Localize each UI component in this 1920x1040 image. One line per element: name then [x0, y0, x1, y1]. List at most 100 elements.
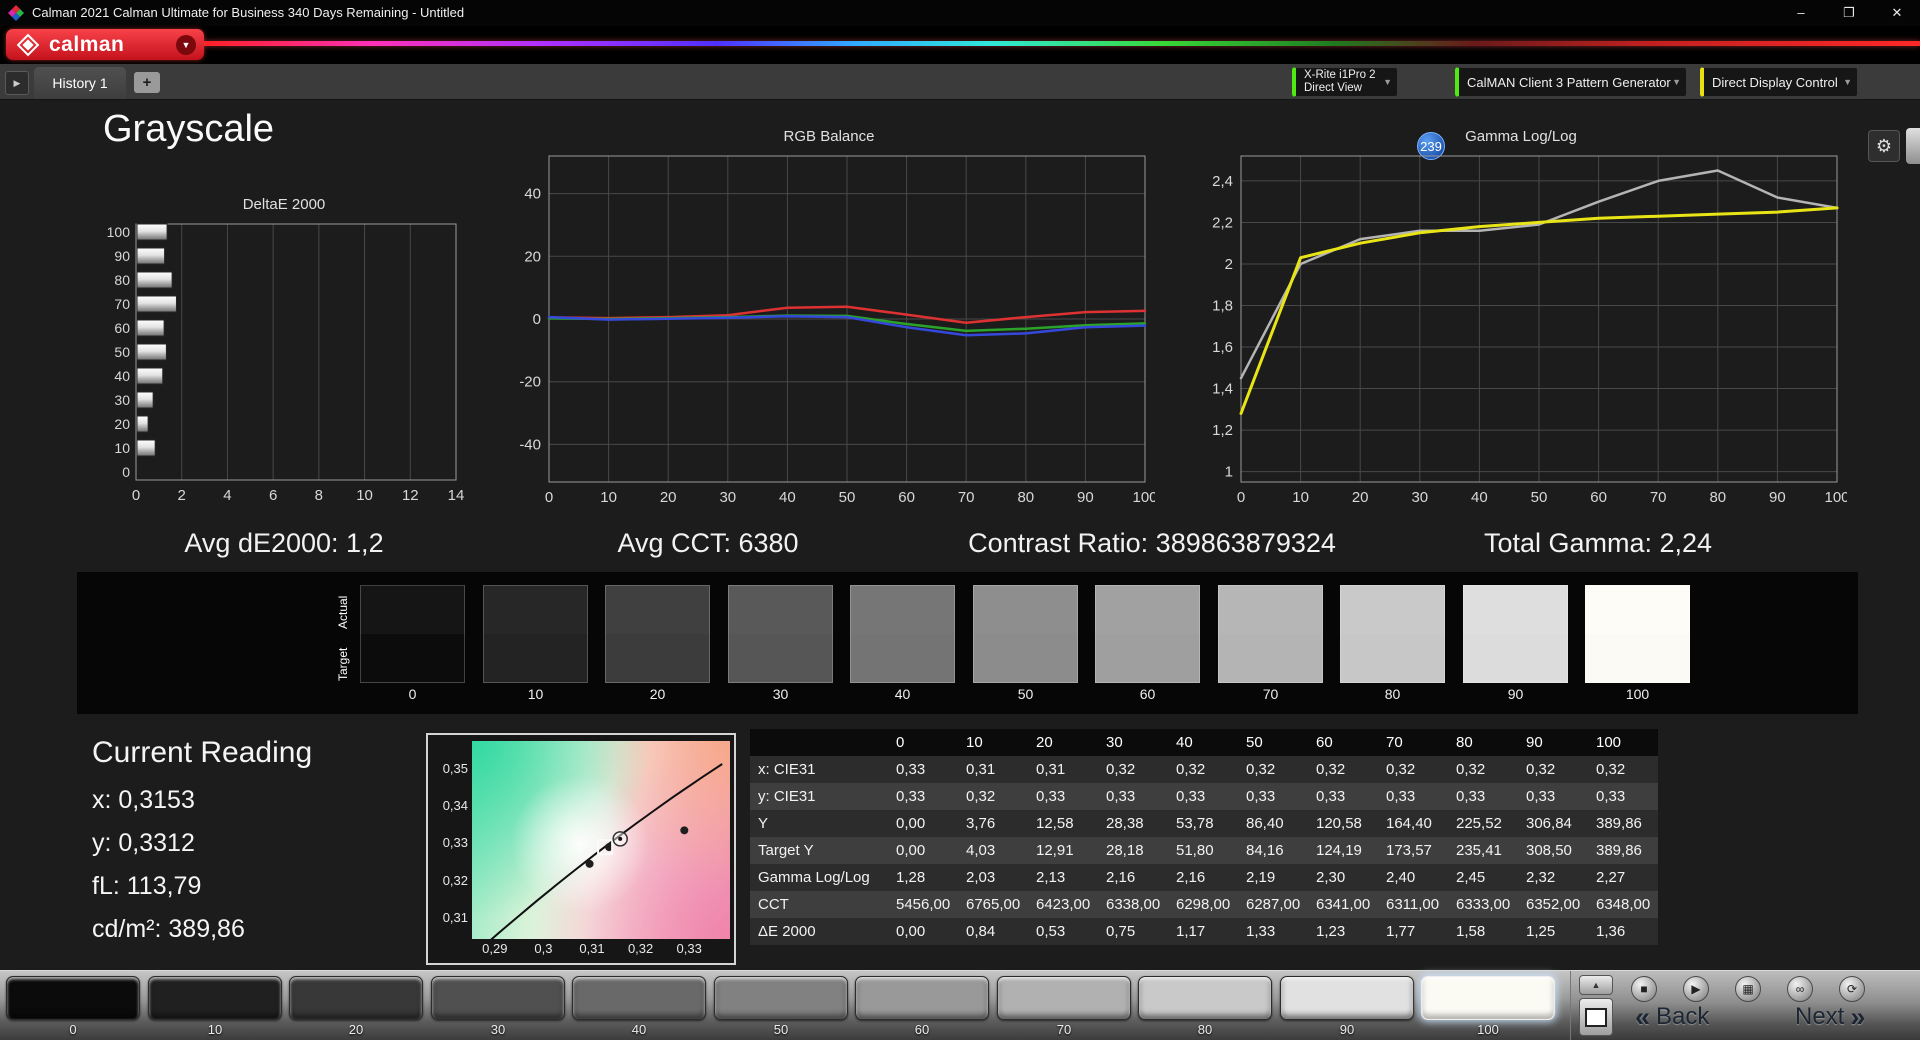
stat-total-gamma: Total Gamma: 2,24: [1483, 528, 1713, 558]
save-button[interactable]: ▦: [1735, 976, 1761, 1002]
meas-cell: 0,53: [1028, 918, 1098, 945]
meas-cell: 6311,00: [1378, 891, 1448, 918]
caret-up-icon[interactable]: ▲: [1579, 975, 1613, 995]
meas-cell: 28,38: [1098, 810, 1168, 837]
grayscale-swatch-label: 70: [1262, 686, 1279, 702]
meas-row[interactable]: Target Y 0,00 4,03 12,91 28,18 51,80 84,16 124,…: [750, 837, 1658, 864]
meas-cell: 124,19: [1308, 837, 1378, 864]
meas-cell: 0,32: [1448, 756, 1518, 783]
meas-cell: 308,50: [1518, 837, 1588, 864]
grayscale-swatch-label: 40: [894, 686, 911, 702]
grayscale-swatch-label: 50: [1017, 686, 1034, 702]
meas-row[interactable]: y: CIE31 0,33 0,32 0,33 0,33 0,33 0,33 0,33 0,33…: [750, 783, 1658, 810]
meas-row[interactable]: Y 0,00 3,76 12,58 28,38 53,78 86,40 120,58 164,4…: [750, 810, 1658, 837]
meter-select[interactable]: X-Rite i1Pro 2 Direct View ▼: [1292, 67, 1398, 97]
meas-col-header-80: 80: [1448, 729, 1518, 756]
meas-cell: 86,40: [1238, 810, 1308, 837]
meas-row[interactable]: Gamma Log/Log 1,28 2,03 2,13 2,16 2,16 2,19 2,3…: [750, 864, 1658, 891]
minimize-icon[interactable]: –: [1778, 0, 1824, 26]
cie-y-tick-label: 0,32: [442, 872, 468, 888]
pattern-level-button-0[interactable]: [6, 976, 140, 1020]
pattern-level-button-40[interactable]: [572, 976, 706, 1020]
meas-cell: 84,16: [1238, 837, 1308, 864]
meas-cell: 0,33: [1238, 783, 1308, 810]
svg-text:50: 50: [1531, 489, 1548, 506]
meas-cell: 1,23: [1308, 918, 1378, 945]
pattern-level-button-10[interactable]: [148, 976, 282, 1020]
pattern-level-label: 100: [1477, 1022, 1499, 1037]
svg-text:2: 2: [1225, 256, 1233, 273]
meas-col-header-100: 100: [1588, 729, 1658, 756]
meas-cell: 0,33: [888, 756, 958, 783]
meas-cell: 28,18: [1098, 837, 1168, 864]
page-title: Grayscale: [103, 108, 275, 150]
pattern-level-button-60[interactable]: [855, 976, 989, 1020]
link-button[interactable]: ∞: [1787, 976, 1813, 1002]
play-button[interactable]: ▶: [1683, 976, 1709, 1002]
svg-text:30: 30: [1411, 489, 1428, 506]
current-reading-x: x: 0,3153: [92, 786, 195, 814]
pattern-level-button-100[interactable]: [1421, 976, 1555, 1020]
pattern-level-button-90[interactable]: [1280, 976, 1414, 1020]
stop-button[interactable]: ■: [1631, 976, 1657, 1002]
grayscale-swatch-80: [1340, 585, 1445, 683]
meas-row[interactable]: x: CIE31 0,33 0,31 0,31 0,32 0,32 0,32 0,32 0,32…: [750, 756, 1658, 783]
calman-app-window: Calman 2021 Calman Ultimate for Business…: [0, 0, 1920, 1040]
pattern-window-button[interactable]: [1579, 998, 1613, 1036]
meas-cell: 389,86: [1588, 810, 1658, 837]
tab-bar: ▶ History 1 + X-Rite i1Pro 2 Direct View…: [0, 64, 1920, 164]
chevron-down-icon: ▼: [1672, 77, 1681, 87]
logo-dropdown-caret-icon[interactable]: ▼: [176, 34, 196, 55]
gear-icon[interactable]: ⚙: [1868, 130, 1900, 162]
pattern-level-button-50[interactable]: [714, 976, 848, 1020]
pattern-level-label: 90: [1339, 1022, 1355, 1037]
svg-text:-40: -40: [519, 436, 541, 453]
meas-row-label: CCT: [750, 891, 888, 918]
pattern-level-label: 60: [914, 1022, 930, 1037]
meas-row[interactable]: ΔE 2000 0,00 0,84 0,53 0,75 1,17 1,33 1,23 1,77 1…: [750, 918, 1658, 945]
grayscale-swatch-100: [1585, 585, 1690, 683]
svg-text:30: 30: [114, 392, 130, 408]
meas-col-header-10: 10: [958, 729, 1028, 756]
restore-icon[interactable]: ❐: [1826, 0, 1872, 26]
pattern-level-button-80[interactable]: [1138, 976, 1272, 1020]
target-row-label: Target: [336, 647, 350, 681]
meas-cell: 2,16: [1098, 864, 1168, 891]
svg-text:10: 10: [600, 489, 617, 506]
stop-icon: ■: [1640, 982, 1648, 996]
grayscale-swatch-10: [483, 585, 588, 683]
next-button[interactable]: Next»: [1795, 1002, 1871, 1033]
pattern-source-select[interactable]: CalMAN Client 3 Pattern Generator ▼: [1455, 67, 1687, 97]
grayscale-swatch-90: [1463, 585, 1568, 683]
meas-col-header-60: 60: [1308, 729, 1378, 756]
meas-row[interactable]: CCT 5456,00 6765,00 6423,00 6338,00 6298,00 62…: [750, 891, 1658, 918]
meas-cell: 0,32: [1378, 756, 1448, 783]
panel-expander-icon[interactable]: ▶: [5, 71, 29, 95]
svg-text:40: 40: [524, 186, 541, 203]
pattern-level-button-20[interactable]: [289, 976, 423, 1020]
meas-corner-cell: [750, 729, 888, 756]
tab-history-1[interactable]: History 1: [34, 67, 126, 99]
meas-cell: 0,32: [958, 783, 1028, 810]
svg-text:30: 30: [719, 489, 736, 506]
meas-cell: 389,86: [1588, 837, 1658, 864]
pattern-level-button-30[interactable]: [431, 976, 565, 1020]
add-tab-button[interactable]: +: [134, 72, 160, 93]
svg-text:80: 80: [114, 272, 130, 288]
refresh-button[interactable]: ⟳: [1839, 976, 1865, 1002]
meas-cell: 0,33: [1098, 783, 1168, 810]
close-icon[interactable]: ✕: [1874, 0, 1920, 26]
meas-cell: 173,57: [1378, 837, 1448, 864]
pattern-level-button-70[interactable]: [997, 976, 1131, 1020]
meas-cell: 6338,00: [1098, 891, 1168, 918]
meas-cell: 225,52: [1448, 810, 1518, 837]
cie-chart: 0,35 0,34 0,33 0,32 0,31 0,29 0,3 0,31 0,32 0,33: [426, 733, 736, 965]
svg-text:70: 70: [1650, 489, 1667, 506]
calman-logo-menu[interactable]: calman ▼: [6, 29, 204, 60]
back-button[interactable]: «Back: [1629, 1002, 1709, 1033]
cie-y-tick-label: 0,35: [442, 760, 468, 776]
svg-text:6: 6: [269, 487, 277, 504]
meas-cell: 1,36: [1588, 918, 1658, 945]
side-panel-handle[interactable]: [1906, 128, 1920, 164]
display-control-select[interactable]: Direct Display Control ▼: [1700, 67, 1858, 97]
